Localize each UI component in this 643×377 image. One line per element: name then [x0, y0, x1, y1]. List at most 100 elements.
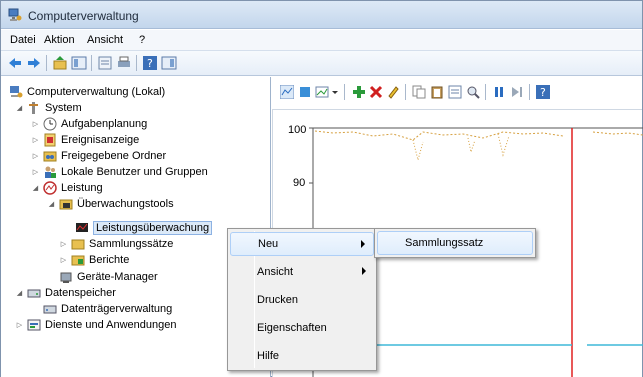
- view-log-data-icon[interactable]: [298, 85, 312, 99]
- graph-series-dips: [412, 133, 510, 162]
- menu-ansicht[interactable]: Ansicht: [87, 34, 123, 46]
- collapsed-arrow-icon[interactable]: ▷: [15, 321, 24, 329]
- expanded-arrow-icon[interactable]: ◢: [31, 184, 40, 192]
- menu-item-hilfe[interactable]: Hilfe: [230, 344, 374, 368]
- folder-icon: [71, 239, 85, 250]
- performance-icon: [43, 181, 57, 195]
- expanded-arrow-icon[interactable]: ◢: [15, 104, 24, 112]
- collapsed-arrow-icon[interactable]: ▷: [59, 256, 68, 264]
- event-viewer-icon: [44, 133, 56, 147]
- menu-item-label: Hilfe: [257, 350, 280, 362]
- menu-aktion[interactable]: Aktion: [44, 34, 75, 46]
- toolbar-separator: [529, 84, 530, 100]
- graph-toolbar: ?: [272, 77, 642, 105]
- menu-item-sammlungssatz[interactable]: Sammlungssatz: [377, 231, 533, 255]
- graph-series-line: [314, 130, 643, 141]
- toolbar-separator: [46, 55, 47, 71]
- tree-label: Geräte-Manager: [77, 271, 158, 283]
- highlight-icon[interactable]: [386, 85, 400, 99]
- tree-item-root[interactable]: Computerverwaltung (Lokal): [9, 84, 165, 100]
- tree-item-dienste[interactable]: ▷ Dienste und Anwendungen: [15, 317, 177, 333]
- device-manager-icon: [60, 272, 72, 283]
- toolbar-separator: [405, 84, 406, 100]
- pause-icon[interactable]: [492, 85, 506, 99]
- computer-management-icon: [10, 86, 23, 98]
- tree-label: Sammlungssätze: [89, 238, 174, 250]
- menu-item-label: Sammlungssatz: [405, 237, 484, 249]
- copy-properties-icon[interactable]: [412, 85, 426, 99]
- expanded-arrow-icon[interactable]: ◢: [47, 200, 56, 208]
- menu-item-label: Eigenschaften: [257, 322, 327, 334]
- toolbar-separator: [136, 55, 137, 71]
- tools-icon: [29, 102, 38, 114]
- menu-item-drucken[interactable]: Drucken: [230, 288, 374, 312]
- back-arrow-icon[interactable]: [7, 55, 23, 71]
- tree-label: Überwachungstools: [77, 198, 174, 210]
- update-data-icon[interactable]: [510, 85, 524, 99]
- help-icon[interactable]: ?: [142, 55, 158, 71]
- toolbar-separator: [344, 84, 345, 100]
- tree-item-datentraegerverwaltung[interactable]: Datenträgerverwaltung: [43, 301, 172, 317]
- window-title: Computerverwaltung: [28, 9, 139, 23]
- properties-icon[interactable]: [448, 85, 462, 99]
- storage-icon: [27, 289, 41, 298]
- menu-item-label: Drucken: [257, 294, 298, 306]
- tree-item-leistungsueberwachung[interactable]: Leistungsüberwachung: [75, 220, 213, 236]
- title-bar[interactable]: Computerverwaltung: [1, 1, 642, 29]
- report-folder-icon: [71, 255, 85, 266]
- add-counter-icon[interactable]: [352, 85, 366, 99]
- menu-help[interactable]: ?: [139, 34, 145, 46]
- tree-item-aufgabenplanung[interactable]: ▷ Aufgabenplanung: [31, 116, 147, 132]
- tree-item-ereignisanzeige[interactable]: ▷ Ereignisanzeige: [31, 132, 139, 148]
- collapsed-arrow-icon[interactable]: ▷: [31, 168, 40, 176]
- tree-label: Aufgabenplanung: [61, 118, 148, 130]
- collapsed-arrow-icon[interactable]: ▷: [31, 136, 40, 144]
- help-icon[interactable]: ?: [536, 85, 550, 99]
- delete-counter-icon[interactable]: [369, 85, 383, 99]
- tree-item-ueberwachungstools[interactable]: ◢ Überwachungstools: [47, 196, 174, 212]
- tree-item-lokale-benutzer[interactable]: ▷ Lokale Benutzer und Gruppen: [31, 164, 208, 180]
- collapsed-arrow-icon[interactable]: ▷: [31, 120, 40, 128]
- tree-item-geraete-manager[interactable]: Geräte-Manager: [59, 269, 158, 285]
- disk-management-icon: [43, 305, 57, 314]
- dropdown-arrow-icon[interactable]: [331, 85, 339, 99]
- action-pane-icon[interactable]: [161, 55, 177, 71]
- expanded-arrow-icon[interactable]: ◢: [15, 289, 24, 297]
- collapsed-arrow-icon[interactable]: ▷: [31, 152, 40, 160]
- tree-item-sammlungssaetze[interactable]: ▷ Sammlungssätze: [59, 236, 174, 252]
- change-graph-type-icon[interactable]: [315, 85, 329, 99]
- up-folder-icon[interactable]: [52, 55, 68, 71]
- paste-counter-list-icon[interactable]: [430, 85, 444, 99]
- tree-item-system[interactable]: ◢ System: [15, 100, 82, 116]
- view-current-activity-icon[interactable]: [280, 85, 294, 99]
- tree-label: Lokale Benutzer und Gruppen: [61, 166, 208, 178]
- menu-item-neu[interactable]: Neu: [230, 232, 374, 256]
- menu-item-ansicht[interactable]: Ansicht: [230, 260, 374, 284]
- tree-label: Dienste und Anwendungen: [45, 319, 177, 331]
- properties-icon[interactable]: [97, 55, 113, 71]
- tree-label: Ereignisanzeige: [61, 134, 140, 146]
- tree-item-freigegebene-ordner[interactable]: ▷ Freigegebene Ordner: [31, 148, 166, 164]
- toolbar-separator: [485, 84, 486, 100]
- show-hide-tree-icon[interactable]: [71, 55, 87, 71]
- users-icon: [45, 166, 56, 178]
- print-icon[interactable]: [116, 55, 132, 71]
- tree-label: Datenspeicher: [45, 287, 116, 299]
- submenu-arrow-icon: [362, 267, 366, 275]
- computer-management-window: Computerverwaltung Datei Aktion Ansicht …: [0, 0, 643, 377]
- zoom-icon[interactable]: [466, 85, 480, 99]
- context-menu: Neu Ansicht Drucken Eigenschaften Hilfe: [227, 228, 377, 371]
- collapsed-arrow-icon[interactable]: ▷: [59, 240, 68, 248]
- menu-datei[interactable]: Datei: [10, 34, 36, 46]
- tree-label: Leistung: [61, 182, 103, 194]
- menu-bar: Datei Aktion Ansicht ?: [1, 30, 642, 51]
- tree-label: Freigegebene Ordner: [61, 150, 167, 162]
- tree-item-datenspeicher[interactable]: ◢ Datenspeicher: [15, 285, 116, 301]
- menu-item-eigenschaften[interactable]: Eigenschaften: [230, 316, 374, 340]
- clock-icon: [43, 117, 57, 131]
- computer-management-icon: [8, 8, 22, 21]
- folder-icon: [59, 199, 73, 210]
- tree-item-berichte[interactable]: ▷ Berichte: [59, 252, 130, 268]
- forward-arrow-icon[interactable]: [26, 55, 42, 71]
- tree-item-leistung[interactable]: ◢ Leistung: [31, 180, 103, 196]
